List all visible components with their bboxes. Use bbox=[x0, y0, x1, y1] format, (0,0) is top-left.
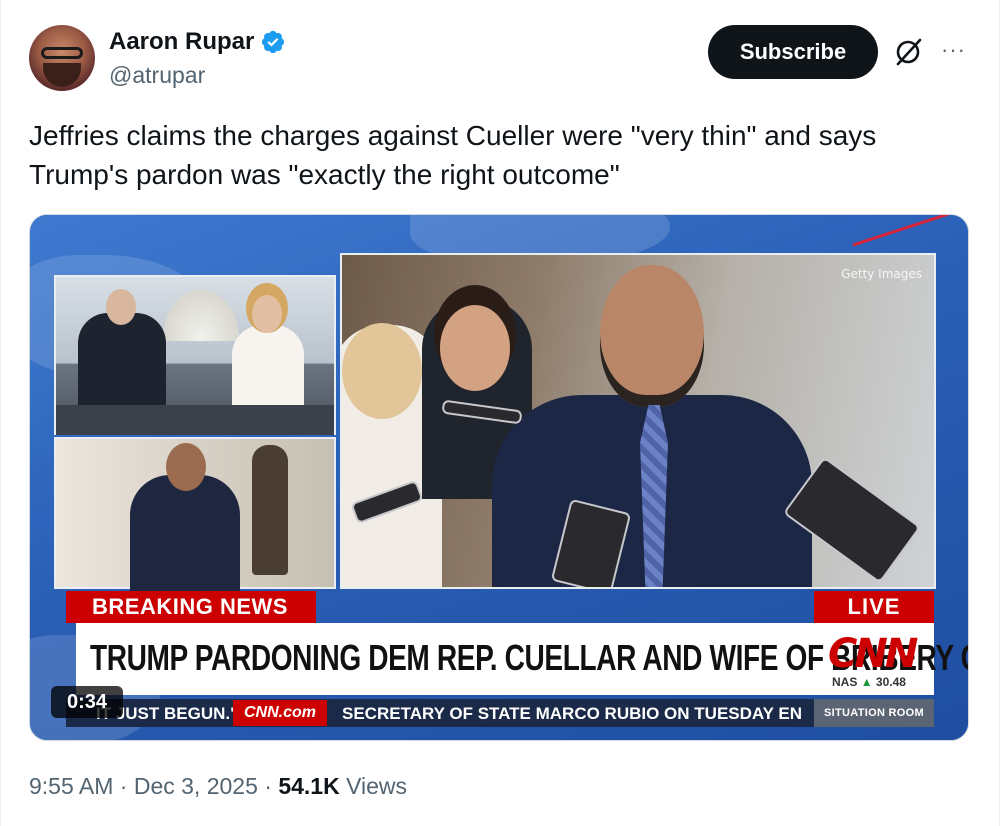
views-label: Views bbox=[339, 773, 408, 799]
subscribe-button[interactable]: Subscribe bbox=[708, 25, 878, 79]
market-index: NAS bbox=[832, 675, 858, 689]
guest-head bbox=[166, 443, 206, 491]
statue bbox=[252, 445, 288, 575]
capitol-dome bbox=[156, 281, 246, 341]
anchor-female bbox=[232, 295, 304, 411]
tweet-text: Jeffries claims the charges against Cuel… bbox=[29, 120, 877, 190]
tweet-time[interactable]: 9:55 AM bbox=[29, 773, 113, 799]
verified-badge-icon bbox=[262, 30, 285, 54]
more-options-icon[interactable]: ··· bbox=[941, 39, 966, 61]
tweet-meta: 9:55 AM · Dec 3, 2025 · 54.1K Views bbox=[29, 773, 407, 800]
congressman-head bbox=[600, 265, 704, 407]
author-handle[interactable]: @atrupar bbox=[109, 62, 205, 89]
anchor-male bbox=[78, 289, 166, 409]
anchor-desk-panel bbox=[54, 275, 336, 435]
market-up-arrow-icon: ▲ bbox=[860, 675, 873, 689]
avatar-glasses bbox=[41, 47, 83, 59]
main-video-panel: Getty Images bbox=[340, 253, 936, 589]
news-ticker: IT JUST BEGUN." CNN.com SECRETARY OF STA… bbox=[66, 699, 934, 727]
ticker-site: CNN.com bbox=[233, 700, 327, 726]
ticker-main-text: SECRETARY OF STATE MARCO RUBIO ON TUESDA… bbox=[342, 704, 802, 723]
tweet-date[interactable]: Dec 3, 2025 bbox=[134, 773, 258, 799]
grok-slash-icon[interactable] bbox=[892, 36, 924, 68]
getty-watermark: Getty Images bbox=[841, 267, 922, 281]
market-ticker: NAS ▲ 30.48 bbox=[832, 675, 906, 689]
anchor-female-head bbox=[252, 295, 282, 333]
news-desk bbox=[56, 405, 334, 435]
live-badge: LIVE bbox=[814, 591, 934, 623]
guest-panel bbox=[54, 437, 336, 591]
author-name[interactable]: Aaron Rupar bbox=[109, 28, 254, 56]
reporter-brunette-head bbox=[440, 305, 510, 391]
video-duration: 0:34 bbox=[51, 686, 123, 718]
congressman bbox=[492, 265, 812, 587]
headline-bar: TRUMP PARDONING DEM REP. CUELLAR AND WIF… bbox=[76, 623, 968, 695]
views-count: 54.1K bbox=[278, 773, 340, 799]
avatar[interactable] bbox=[29, 25, 95, 91]
author-name-row[interactable]: Aaron Rupar bbox=[109, 28, 286, 56]
meta-separator: · bbox=[257, 773, 279, 799]
ticker-show-name: SITUATION ROOM bbox=[814, 699, 934, 727]
market-value: 30.48 bbox=[875, 675, 906, 689]
breaking-news-label: BREAKING NEWS bbox=[66, 591, 316, 623]
anchor-male-head bbox=[106, 289, 136, 325]
avatar-beard bbox=[43, 63, 81, 87]
cnn-logo: CNN bbox=[828, 631, 918, 677]
video-player[interactable]: Getty Images BREAKING NEWS LIVE TRUMP PA… bbox=[29, 214, 969, 741]
reporter-blonde-head bbox=[342, 323, 422, 419]
guest-speaker bbox=[130, 443, 240, 591]
tweet-card: Aaron Rupar @atrupar Subscribe ··· Jeffr… bbox=[0, 0, 1000, 826]
congressman-tie bbox=[640, 405, 668, 587]
meta-separator: · bbox=[113, 773, 134, 799]
